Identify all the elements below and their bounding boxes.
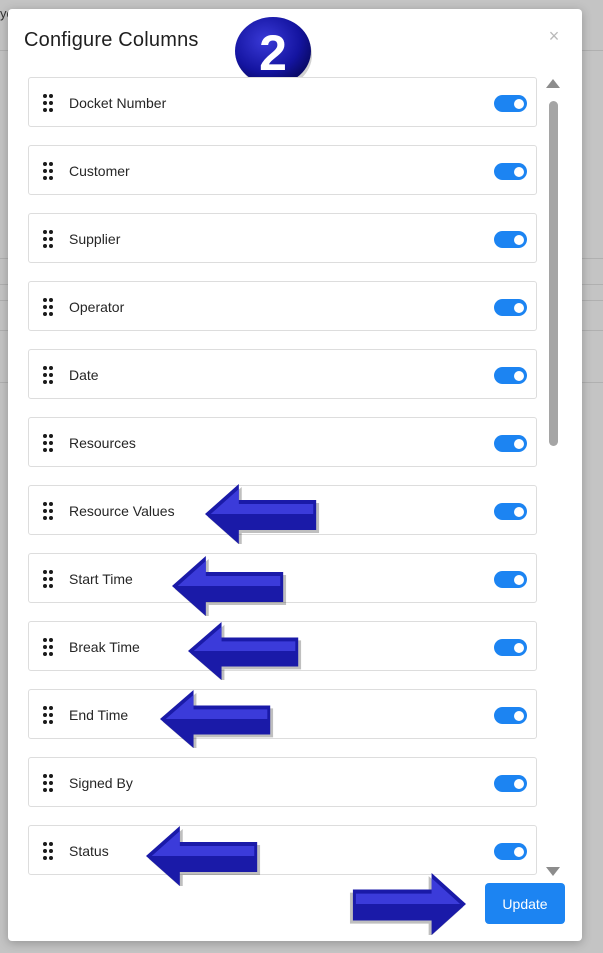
column-row[interactable]: Operator: [28, 281, 537, 331]
drag-handle-icon[interactable]: [43, 230, 55, 248]
arrow-right-icon: [349, 873, 466, 935]
list-scrollbar[interactable]: [546, 79, 560, 879]
column-visibility-toggle[interactable]: [494, 775, 527, 792]
drag-handle-icon[interactable]: [43, 638, 55, 656]
column-row[interactable]: Customer: [28, 145, 537, 195]
column-visibility-toggle[interactable]: [494, 503, 527, 520]
column-label: Date: [69, 367, 99, 383]
scrollbar-thumb[interactable]: [549, 101, 558, 446]
arrow-left-icon: [160, 690, 274, 748]
step-badge-number: 2: [259, 25, 287, 81]
column-visibility-toggle[interactable]: [494, 435, 527, 452]
scroll-down-arrow-icon[interactable]: [546, 867, 560, 876]
arrow-left-icon: [205, 484, 320, 544]
column-label: Resources: [69, 435, 136, 451]
column-row[interactable]: Status: [28, 825, 537, 875]
column-visibility-toggle[interactable]: [494, 95, 527, 112]
drag-handle-icon[interactable]: [43, 570, 55, 588]
column-visibility-toggle[interactable]: [494, 707, 527, 724]
column-label: Status: [69, 843, 109, 859]
drag-handle-icon[interactable]: [43, 502, 55, 520]
toggle-knob: [514, 846, 524, 857]
arrow-left-icon: [172, 556, 287, 616]
toggle-knob: [514, 438, 524, 449]
drag-handle-icon[interactable]: [43, 162, 55, 180]
drag-handle-icon[interactable]: [43, 298, 55, 316]
column-label: Break Time: [69, 639, 140, 655]
scroll-up-arrow-icon[interactable]: [546, 79, 560, 88]
column-label: Operator: [69, 299, 125, 315]
column-visibility-toggle[interactable]: [494, 299, 527, 316]
column-label: Signed By: [69, 775, 133, 791]
toggle-knob: [514, 574, 524, 585]
toggle-knob: [514, 778, 524, 789]
column-label: End Time: [69, 707, 129, 723]
column-visibility-toggle[interactable]: [494, 367, 527, 384]
drag-handle-icon[interactable]: [43, 94, 55, 112]
column-visibility-toggle[interactable]: [494, 639, 527, 656]
toggle-knob: [514, 166, 524, 177]
toggle-knob: [514, 642, 524, 653]
drag-handle-icon[interactable]: [43, 842, 55, 860]
dialog-title: Configure Columns: [24, 29, 199, 51]
column-row[interactable]: Resources: [28, 417, 537, 467]
toggle-knob: [514, 98, 524, 109]
update-button[interactable]: Update: [485, 883, 565, 924]
configure-columns-dialog: Configure Columns 2 × Docket Number Custo…: [8, 9, 582, 941]
close-icon[interactable]: ×: [546, 26, 562, 46]
column-visibility-toggle[interactable]: [494, 843, 527, 860]
column-row[interactable]: Supplier: [28, 213, 537, 263]
column-visibility-toggle[interactable]: [494, 571, 527, 588]
toggle-knob: [514, 370, 524, 381]
column-visibility-toggle[interactable]: [494, 163, 527, 180]
column-label: Resource Values: [69, 503, 175, 519]
toggle-knob: [514, 234, 524, 245]
column-label: Customer: [69, 163, 130, 179]
toggle-knob: [514, 302, 524, 313]
column-label: Docket Number: [69, 95, 167, 111]
column-row[interactable]: Date: [28, 349, 537, 399]
drag-handle-icon[interactable]: [43, 366, 55, 384]
column-label: Supplier: [69, 231, 121, 247]
arrow-left-icon: [146, 826, 261, 886]
toggle-knob: [514, 506, 524, 517]
column-visibility-toggle[interactable]: [494, 231, 527, 248]
column-row[interactable]: End Time: [28, 689, 537, 739]
column-row[interactable]: Signed By: [28, 757, 537, 807]
column-row[interactable]: Docket Number: [28, 77, 537, 127]
toggle-knob: [514, 710, 524, 721]
arrow-left-icon: [188, 622, 302, 680]
column-label: Start Time: [69, 571, 133, 587]
drag-handle-icon[interactable]: [43, 774, 55, 792]
drag-handle-icon[interactable]: [43, 434, 55, 452]
drag-handle-icon[interactable]: [43, 706, 55, 724]
